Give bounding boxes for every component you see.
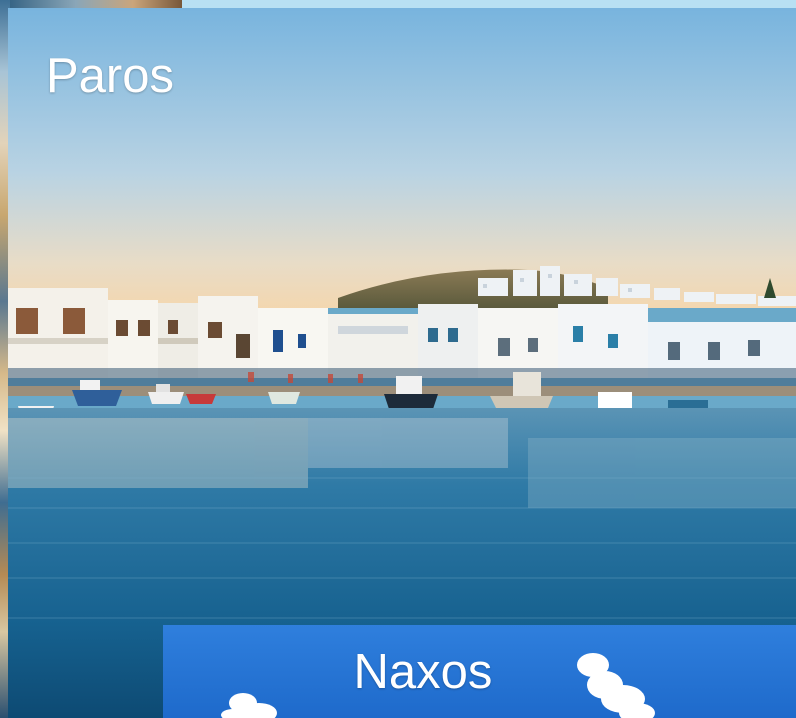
destination-card-naxos[interactable]: Naxos: [163, 625, 796, 718]
paros-harbor-image: [8, 8, 796, 718]
naxos-card-title: Naxos: [353, 645, 493, 699]
paros-card-title: Paros: [46, 49, 175, 103]
destination-card-paros[interactable]: Paros: [8, 8, 796, 718]
